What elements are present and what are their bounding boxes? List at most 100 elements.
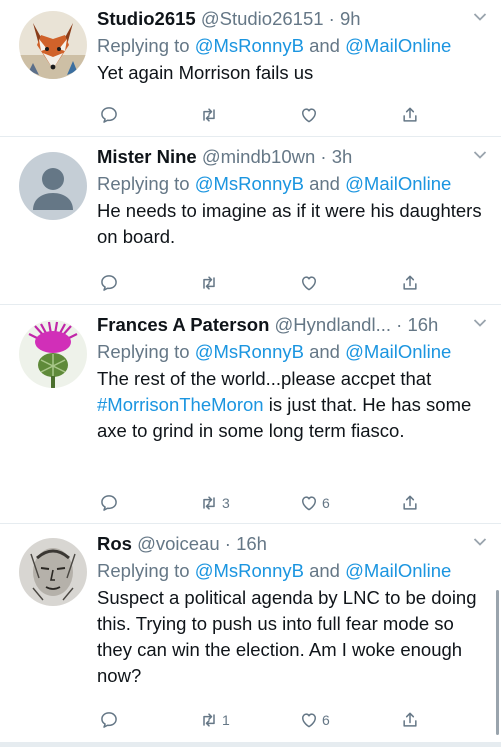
like-icon <box>302 276 316 291</box>
replying-prefix: Replying to <box>97 173 195 194</box>
reply-icon <box>101 275 117 291</box>
replying-to: Replying to @MsRonnyB and @MailOnline <box>97 339 451 365</box>
reply-button[interactable] <box>99 271 119 295</box>
retweet-button[interactable] <box>199 103 222 127</box>
timestamp[interactable]: 16h <box>407 314 438 335</box>
share-button[interactable] <box>400 103 420 127</box>
reply-button[interactable] <box>99 103 119 127</box>
timestamp[interactable]: 3h <box>332 146 353 167</box>
and-word: and <box>303 341 346 362</box>
separator-dot: · <box>328 8 335 29</box>
mention-link[interactable]: @MailOnline <box>345 560 451 581</box>
like-icon <box>302 108 316 123</box>
separator-dot: · <box>224 533 231 554</box>
display-name[interactable]: Ros <box>97 533 132 554</box>
share-icon <box>403 275 417 290</box>
retweet-button[interactable] <box>199 271 222 295</box>
share-icon <box>403 107 417 122</box>
like-button[interactable] <box>299 271 322 295</box>
tweet-text: He needs to imagine as if it were his da… <box>97 200 482 247</box>
reply-feed: Studio2615 @Studio26151 · 9h Replying to… <box>0 0 501 747</box>
retweet-icon <box>203 496 215 510</box>
thistle-avatar-icon <box>19 320 87 388</box>
mention-link[interactable]: @MsRonnyB <box>195 560 304 581</box>
tweet-header: Frances A Paterson @Hyndlandl... · 16h <box>97 312 467 338</box>
user-handle[interactable]: @Studio26151 <box>201 8 324 29</box>
share-button[interactable] <box>400 491 420 515</box>
tweet[interactable]: Mister Nine @mindb10wn · 3h Replying to … <box>0 138 501 305</box>
chevron-down-icon[interactable] <box>473 12 487 22</box>
display-name[interactable]: Studio2615 <box>97 8 196 29</box>
separator-dot: · <box>320 146 327 167</box>
retweet-icon <box>203 713 215 727</box>
replying-to: Replying to @MsRonnyB and @MailOnline <box>97 171 451 197</box>
user-handle[interactable]: @mindb10wn <box>202 146 315 167</box>
retweet-icon <box>203 276 215 290</box>
reply-icon <box>101 712 117 728</box>
avatar[interactable] <box>19 152 87 220</box>
tweet[interactable]: Frances A Paterson @Hyndlandl... · 16h R… <box>0 306 501 524</box>
chevron-down-icon[interactable] <box>473 537 487 547</box>
timestamp[interactable]: 16h <box>236 533 267 554</box>
and-word: and <box>303 173 346 194</box>
tweet-text: Yet again Morrison fails us <box>97 62 314 83</box>
and-word: and <box>303 560 346 581</box>
reply-button[interactable] <box>99 491 119 515</box>
share-icon <box>403 712 417 727</box>
reply-button[interactable] <box>99 708 119 732</box>
scrollbar[interactable] <box>496 590 499 735</box>
retweet-button[interactable]: 3 <box>199 491 230 515</box>
display-name[interactable]: Frances A Paterson <box>97 314 269 335</box>
tweet-actions: 1 6 <box>0 708 501 732</box>
avatar[interactable] <box>19 320 87 388</box>
hashtag-link[interactable]: #MorrisonTheMoron <box>97 394 264 415</box>
replying-prefix: Replying to <box>97 35 195 56</box>
timestamp[interactable]: 9h <box>340 8 361 29</box>
replying-prefix: Replying to <box>97 560 195 581</box>
mention-link[interactable]: @MailOnline <box>345 173 451 194</box>
share-button[interactable] <box>400 271 420 295</box>
tweet-header: Ros @voiceau · 16h <box>97 531 467 557</box>
tweet-text: Suspect a political agenda by LNC to be … <box>97 587 477 686</box>
display-name[interactable]: Mister Nine <box>97 146 197 167</box>
sketch-avatar-icon <box>19 538 87 606</box>
mention-link[interactable]: @MsRonnyB <box>195 173 304 194</box>
retweet-count: 3 <box>222 495 230 511</box>
retweet-count: 1 <box>222 712 230 728</box>
user-handle[interactable]: @voiceau <box>137 533 220 554</box>
tweet-actions: 3 6 <box>0 491 501 515</box>
chevron-down-icon[interactable] <box>473 318 487 328</box>
retweet-icon <box>203 108 215 122</box>
avatar[interactable] <box>19 538 87 606</box>
like-icon <box>302 713 316 728</box>
tweet-header: Mister Nine @mindb10wn · 3h <box>97 144 467 170</box>
mention-link[interactable]: @MsRonnyB <box>195 35 304 56</box>
avatar[interactable] <box>19 11 87 79</box>
replying-to: Replying to @MsRonnyB and @MailOnline <box>97 33 451 59</box>
like-button[interactable]: 6 <box>299 708 330 732</box>
like-icon <box>302 496 316 511</box>
bottom-divider <box>0 742 501 747</box>
and-word: and <box>303 35 346 56</box>
chevron-down-icon[interactable] <box>473 150 487 160</box>
user-handle[interactable]: @Hyndlandl... <box>275 314 391 335</box>
default-avatar-icon <box>19 152 87 220</box>
separator-dot: · <box>396 314 403 335</box>
mention-link[interactable]: @MsRonnyB <box>195 341 304 362</box>
tweet-header: Studio2615 @Studio26151 · 9h <box>97 6 467 32</box>
mention-link[interactable]: @MailOnline <box>345 341 451 362</box>
like-count: 6 <box>322 495 330 511</box>
like-button[interactable]: 6 <box>299 491 330 515</box>
tweet[interactable]: Studio2615 @Studio26151 · 9h Replying to… <box>0 0 501 137</box>
share-button[interactable] <box>400 708 420 732</box>
mention-link[interactable]: @MailOnline <box>345 35 451 56</box>
tweet[interactable]: Ros @voiceau · 16h Replying to @MsRonnyB… <box>0 525 501 742</box>
retweet-button[interactable]: 1 <box>199 708 230 732</box>
replying-prefix: Replying to <box>97 341 195 362</box>
reply-icon <box>101 107 117 123</box>
tweet-text-part: The rest of the world...please accpet th… <box>97 368 432 389</box>
like-button[interactable] <box>299 103 322 127</box>
tweet-text: The rest of the world...please accpet th… <box>97 366 483 444</box>
fox-avatar-icon <box>19 11 87 79</box>
replying-to: Replying to @MsRonnyB and @MailOnline <box>97 558 451 584</box>
